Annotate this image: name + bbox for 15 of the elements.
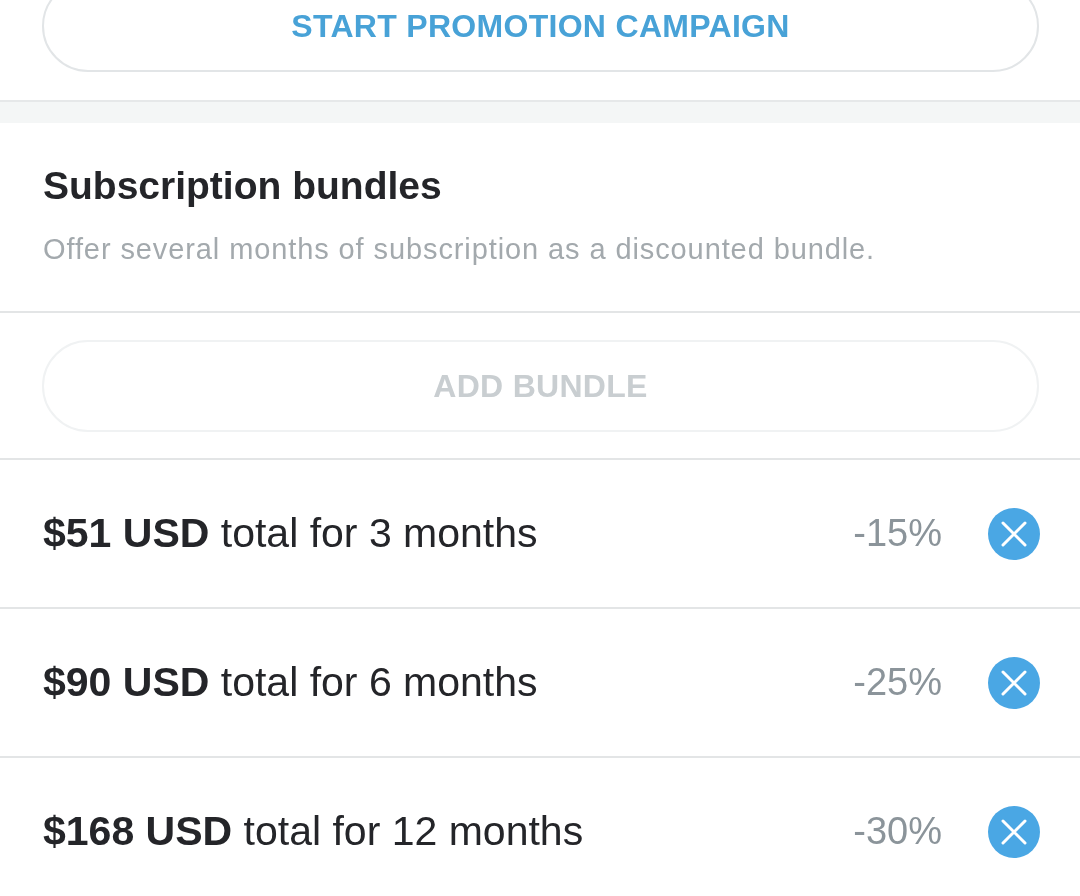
remove-bundle-button[interactable] (988, 805, 1040, 858)
close-icon (1001, 818, 1027, 845)
section-description: Offer several months of subscription as a discounted bundle. (43, 233, 877, 265)
discount-label: -25% (853, 661, 942, 704)
section-title: Subscription bundles (43, 163, 443, 209)
remove-bundle-button[interactable] (988, 507, 1040, 560)
close-icon (1001, 520, 1027, 547)
remove-bundle-button[interactable] (988, 656, 1040, 709)
bundle-summary: $51 USD total for 3 months (43, 510, 539, 557)
close-icon (1001, 669, 1027, 696)
start-promotion-button[interactable]: START PROMOTION CAMPAIGN (42, 0, 1039, 72)
bundle-summary: $168 USD total for 12 months (43, 808, 585, 855)
discount-label: -30% (853, 810, 942, 853)
discount-label: -15% (853, 512, 942, 555)
bundle-summary: $90 USD total for 6 months (43, 659, 539, 706)
